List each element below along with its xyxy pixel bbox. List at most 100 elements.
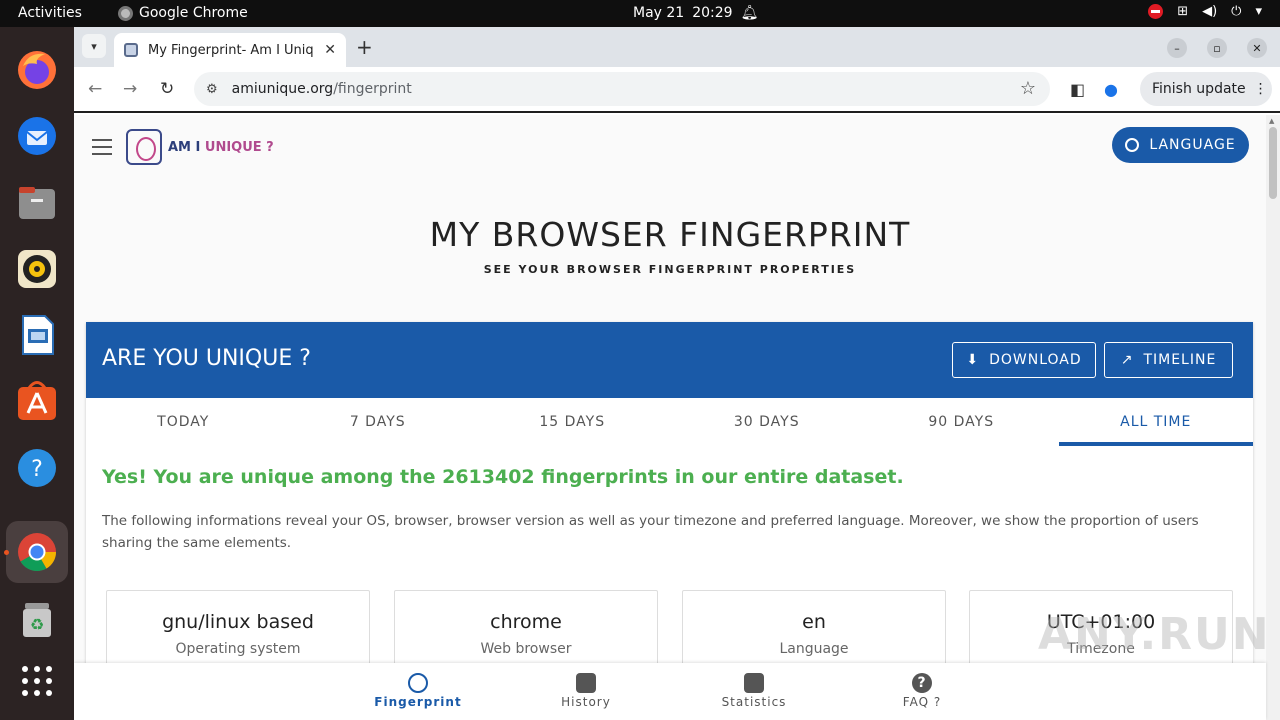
site-logo[interactable]: AM I UNIQUE ? — [126, 129, 274, 165]
system-top-bar: Activities Google Chrome May 21 20:29 🔔︎… — [0, 0, 1280, 27]
finish-update-button[interactable]: Finish update ⋮ — [1140, 72, 1272, 106]
tab-indicator — [1059, 442, 1253, 446]
app-menu[interactable]: Google Chrome — [118, 5, 248, 21]
fingerprint-logo-icon — [126, 129, 162, 165]
forward-icon[interactable]: → — [123, 79, 137, 99]
svg-text:?: ? — [31, 457, 43, 482]
download-button[interactable]: ⬇ DOWNLOAD — [952, 342, 1096, 378]
description: The following informations reveal your O… — [102, 513, 1199, 551]
favicon-icon — [124, 43, 138, 57]
system-tray[interactable]: ⊞ ◀︎) ⏻ ▾ — [1148, 4, 1262, 19]
unique-message: Yes! You are unique among the 2613402 fi… — [102, 466, 904, 488]
download-icon: ⬇ — [966, 352, 980, 368]
bookmark-star-icon[interactable]: ☆ — [1020, 78, 1036, 99]
property-label: Operating system — [175, 641, 301, 657]
nav-label: FAQ ? — [902, 695, 942, 709]
property-value: en — [802, 611, 826, 633]
side-panel-icon[interactable]: ◧ — [1070, 80, 1085, 99]
scroll-up-icon[interactable]: ▲ — [1269, 117, 1274, 125]
timeline-button[interactable]: ↗ TIMELINE — [1104, 342, 1233, 378]
page-title: MY BROWSER FINGERPRINT — [429, 215, 911, 254]
tab-7-days[interactable]: 7 DAYS — [281, 398, 476, 446]
fingerprint-icon — [408, 673, 428, 693]
scrollbar-thumb[interactable] — [1269, 127, 1277, 199]
trending-icon: ↗ — [1120, 352, 1134, 368]
running-indicator — [4, 550, 9, 555]
tab-strip: ▾ My Fingerprint- Am I Unique ✕ + – ▫ ✕ — [74, 27, 1280, 67]
address-bar[interactable]: ⚙ amiunique.org/fingerprint ☆ — [194, 72, 1050, 106]
property-label: Web browser — [480, 641, 572, 657]
libreoffice-impress-icon[interactable] — [13, 311, 61, 359]
volume-icon: ◀︎) — [1202, 4, 1218, 19]
do-not-disturb-icon — [1148, 4, 1164, 19]
bell-icon: 🔔︎ — [740, 5, 759, 21]
site-info-icon[interactable]: ⚙ — [206, 82, 218, 97]
period-tabs: TODAY 7 DAYS 15 DAYS 30 DAYS 90 DAYS ALL… — [86, 398, 1253, 446]
reload-icon[interactable]: ↻ — [160, 79, 174, 99]
nav-label: Fingerprint — [374, 695, 462, 709]
uniqueness-card: ARE YOU UNIQUE ? ⬇ DOWNLOAD ↗ TIMELINE T… — [86, 322, 1253, 720]
maximize-icon[interactable]: ▫ — [1207, 38, 1227, 58]
minimize-icon[interactable]: – — [1167, 38, 1187, 58]
language-button[interactable]: LANGUAGE — [1112, 127, 1249, 163]
dock: ? ♻ — [0, 27, 74, 720]
nav-faq[interactable]: ? FAQ ? — [867, 673, 977, 709]
download-label: DOWNLOAD — [989, 352, 1082, 368]
tab-15-days[interactable]: 15 DAYS — [475, 398, 670, 446]
finish-update-label: Finish update — [1152, 81, 1246, 97]
new-tab-icon[interactable]: + — [356, 35, 373, 59]
activities-button[interactable]: Activities — [18, 5, 82, 21]
bottom-navigation: Fingerprint History Statistics ? FAQ ? — [74, 663, 1266, 720]
tab-30-days[interactable]: 30 DAYS — [670, 398, 865, 446]
rhythmbox-icon[interactable] — [13, 245, 61, 293]
nav-history[interactable]: History — [531, 673, 641, 709]
firefox-icon[interactable] — [13, 46, 61, 94]
app-center-icon[interactable] — [13, 377, 61, 425]
globe-icon — [1125, 138, 1140, 152]
app-grid-icon[interactable] — [13, 657, 61, 705]
help-icon[interactable]: ? — [13, 444, 61, 492]
property-value: chrome — [490, 611, 562, 633]
card-header: ARE YOU UNIQUE ? ⬇ DOWNLOAD ↗ TIMELINE — [86, 322, 1253, 398]
menu-dots-icon: ⋮ — [1253, 81, 1268, 97]
page-subtitle: SEE YOUR BROWSER FINGERPRINT PROPERTIES — [483, 263, 857, 276]
tab-90-days[interactable]: 90 DAYS — [864, 398, 1059, 446]
nav-statistics[interactable]: Statistics — [699, 673, 809, 709]
thunderbird-icon[interactable] — [13, 112, 61, 160]
nav-fingerprint[interactable]: Fingerprint — [363, 673, 473, 709]
history-calendar-icon — [576, 673, 596, 693]
tab-search-chevron-icon[interactable]: ▾ — [82, 34, 106, 58]
tab-all-time[interactable]: ALL TIME — [1059, 398, 1254, 446]
tab-title: My Fingerprint- Am I Unique — [148, 42, 315, 58]
property-value: gnu/linux based — [162, 611, 314, 633]
clock-time: 20:29 — [692, 5, 733, 21]
profile-icon[interactable]: ● — [1104, 80, 1118, 99]
watermark: ANY.RUN — [1038, 609, 1271, 660]
tab-today[interactable]: TODAY — [86, 398, 281, 446]
timeline-label: TIMELINE — [1143, 352, 1217, 368]
hamburger-menu-icon[interactable] — [92, 139, 112, 160]
clock[interactable]: May 21 20:29 🔔︎ — [633, 5, 758, 21]
clock-date: May 21 — [633, 5, 685, 21]
back-icon[interactable]: ← — [88, 79, 102, 99]
files-icon[interactable] — [13, 179, 61, 227]
language-label: LANGUAGE — [1149, 137, 1236, 153]
close-window-icon[interactable]: ✕ — [1247, 38, 1267, 58]
chrome-icon[interactable] — [6, 521, 68, 583]
browser-tab[interactable]: My Fingerprint- Am I Unique ✕ — [114, 33, 346, 67]
svg-text:♻: ♻ — [30, 615, 44, 634]
url-host: amiunique.org — [231, 81, 334, 97]
logo-text: AM I UNIQUE ? — [168, 139, 274, 155]
chrome-small-icon — [118, 5, 133, 21]
power-icon: ⏻ — [1231, 4, 1242, 19]
chevron-down-icon: ▾ — [1255, 4, 1262, 19]
trash-icon[interactable]: ♻ — [13, 595, 61, 643]
property-label: Language — [779, 641, 849, 657]
app-name: Google Chrome — [139, 5, 248, 21]
help-circle-icon: ? — [912, 673, 932, 693]
chrome-window: ▾ My Fingerprint- Am I Unique ✕ + – ▫ ✕ … — [74, 27, 1280, 720]
url-path: /fingerprint — [333, 81, 412, 97]
nav-label: Statistics — [721, 695, 787, 709]
nav-label: History — [561, 695, 611, 709]
close-tab-icon[interactable]: ✕ — [324, 42, 336, 58]
